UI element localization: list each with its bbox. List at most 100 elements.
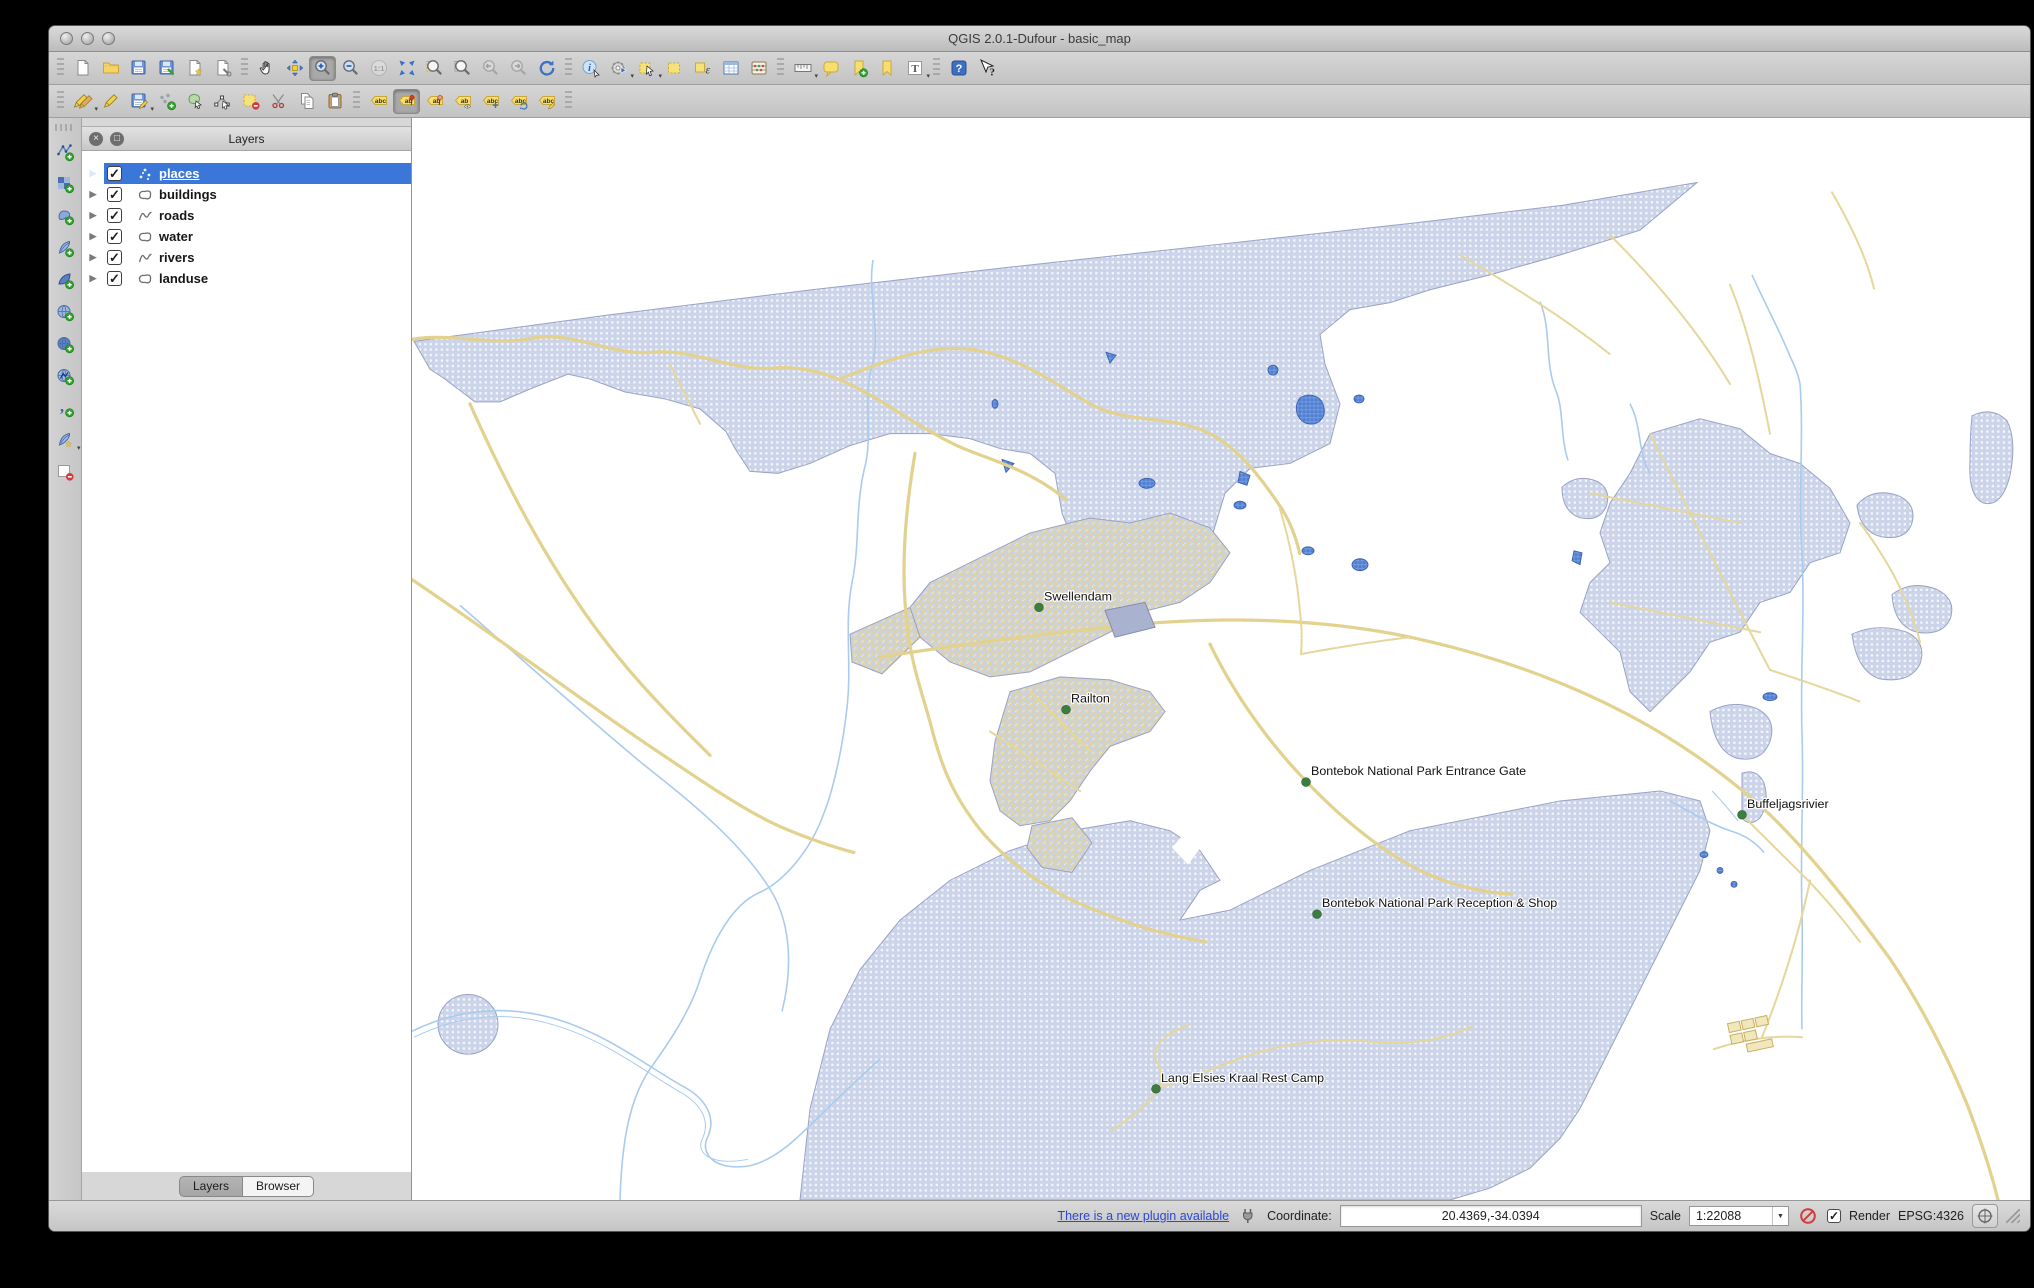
new-project-button[interactable] (69, 56, 96, 81)
save-layer-edits-button[interactable]: ▾ (125, 89, 154, 114)
layer-item-water[interactable]: ▶ ✓ water (82, 226, 411, 247)
layer-visibility-checkbox[interactable]: ✓ (107, 250, 122, 265)
expand-triangle-icon[interactable]: ▶ (82, 231, 104, 242)
layer-item-rivers[interactable]: ▶ ✓ rivers (82, 247, 411, 268)
refresh-map-button[interactable] (533, 56, 560, 81)
add-mssql-layer-button[interactable] (52, 267, 79, 293)
pan-map-to-selection-button[interactable] (281, 56, 308, 81)
rotate-label-button[interactable]: abc (505, 89, 532, 114)
expand-triangle-icon[interactable]: ▶ (82, 189, 104, 200)
render-checkbox[interactable]: ✓ (1826, 1209, 1841, 1223)
new-bookmark-button[interactable] (845, 56, 872, 81)
scale-combobox[interactable]: 1:22088 ▼ (1688, 1206, 1789, 1226)
panel-close-icon[interactable]: × (89, 131, 103, 146)
layers-panel-title: Layers (228, 131, 265, 146)
deselect-features-button[interactable] (661, 56, 688, 81)
title-bar[interactable]: QGIS 2.0.1-Dufour - basic_map (49, 26, 2030, 52)
zoom-in-button[interactable] (309, 55, 336, 81)
pin-unpin-labels-button[interactable]: ab (393, 88, 420, 114)
expand-triangle-icon[interactable]: ▶ (82, 168, 104, 179)
expand-triangle-icon[interactable]: ▶ (82, 252, 104, 263)
layer-visibility-checkbox[interactable]: ✓ (107, 187, 122, 202)
zoom-out-button[interactable] (337, 56, 364, 81)
plugin-icon[interactable] (1237, 1206, 1259, 1226)
help-contents-button[interactable]: ? (945, 56, 972, 81)
show-hide-labels-button[interactable]: ab (449, 89, 476, 114)
node-tool-button[interactable] (209, 89, 236, 114)
save-project-as-button[interactable] (153, 56, 180, 81)
open-project-button[interactable] (97, 56, 124, 81)
map-canvas[interactable]: Swellendam Railton Bontebok National Park … (412, 118, 2030, 1200)
dropdown-arrow-icon[interactable]: ▾ (926, 72, 930, 80)
panel-float-icon[interactable]: □ (110, 131, 124, 146)
move-label-button[interactable]: abc (477, 89, 504, 114)
select-features-button[interactable]: ▾ (633, 56, 662, 81)
labeling-options-button[interactable]: abc (365, 89, 392, 114)
text-annotation-button[interactable]: T ▾ (901, 56, 930, 81)
minimize-window-button[interactable] (81, 32, 94, 45)
add-feature-button[interactable] (153, 89, 180, 114)
open-attribute-table-button[interactable] (717, 56, 744, 81)
copy-features-button[interactable] (293, 89, 320, 114)
whats-this-icon: ? (979, 58, 995, 78)
stop-render-icon[interactable] (1797, 1206, 1819, 1226)
paste-features-button[interactable] (321, 89, 348, 114)
composer-manager-button[interactable] (209, 56, 236, 81)
close-window-button[interactable] (60, 32, 73, 45)
layer-visibility-checkbox[interactable]: ✓ (107, 208, 122, 223)
move-feature-button[interactable] (181, 89, 208, 114)
coordinate-input[interactable]: 20.4369,-34.0394 (1339, 1205, 1642, 1227)
layer-item-buildings[interactable]: ▶ ✓ buildings (82, 184, 411, 205)
show-bookmarks-button[interactable] (873, 56, 900, 81)
resize-grip[interactable] (2006, 1209, 2020, 1223)
new-print-composer-button[interactable] (181, 56, 208, 81)
expand-triangle-icon[interactable]: ▶ (82, 210, 104, 221)
field-calculator-button[interactable] (745, 56, 772, 81)
current-edits-button[interactable]: ▾ (69, 89, 98, 114)
add-raster-layer-button[interactable] (52, 171, 79, 197)
highlight-pinned-labels-button[interactable]: ab (421, 89, 448, 114)
add-vector-layer-button[interactable] (52, 139, 79, 165)
delete-selected-button[interactable] (237, 89, 264, 114)
layer-name: roads (159, 208, 195, 223)
add-delimited-text-layer-button[interactable]: , (52, 395, 79, 421)
identify-features-button[interactable]: i (577, 56, 604, 81)
layer-visibility-checkbox[interactable]: ✓ (107, 271, 122, 286)
measure-line-button[interactable]: ▾ (789, 56, 818, 81)
layer-visibility-checkbox[interactable]: ✓ (107, 166, 122, 181)
crs-status-button[interactable] (1972, 1204, 1998, 1228)
layer-item-places[interactable]: ▶ ✓ places (82, 163, 411, 184)
layer-item-landuse[interactable]: ▶ ✓ landuse (82, 268, 411, 289)
new-plugin-link[interactable]: There is a new plugin available (1057, 1209, 1229, 1223)
add-postgis-layer-button[interactable] (52, 203, 79, 229)
add-wcs-layer-button[interactable] (52, 331, 79, 357)
select-by-expression-button[interactable]: ε (689, 56, 716, 81)
new-spatialite-layer-button[interactable]: ▾ (52, 427, 81, 453)
save-project-button[interactable] (125, 56, 152, 81)
zoom-to-layer-button[interactable] (449, 56, 476, 81)
tab-browser[interactable]: Browser (243, 1175, 315, 1197)
zoom-full-button[interactable] (393, 56, 420, 81)
change-label-properties-button[interactable]: abc (533, 89, 560, 114)
add-spatialite-layer-button[interactable] (52, 235, 79, 261)
remove-layer-button[interactable] (52, 459, 79, 485)
add-wms-layer-button[interactable] (52, 299, 79, 325)
place-marker (1061, 704, 1071, 715)
dropdown-arrow-icon[interactable]: ▾ (77, 444, 81, 452)
cut-features-button[interactable] (265, 89, 292, 114)
map-tips-button[interactable] (817, 56, 844, 81)
whats-this-button[interactable]: ? (973, 56, 1000, 81)
toolbar-drag-handle (777, 58, 784, 78)
add-wfs-layer-button[interactable] (52, 363, 79, 389)
tab-layers[interactable]: Layers (178, 1175, 243, 1197)
run-feature-action-button[interactable]: ▾ (605, 56, 634, 81)
expand-triangle-icon[interactable]: ▶ (82, 273, 104, 284)
zoom-to-selection-button[interactable] (421, 56, 448, 81)
zoom-window-button[interactable] (102, 32, 115, 45)
toggle-editing-button[interactable] (97, 89, 124, 114)
layer-item-roads[interactable]: ▶ ✓ roads (82, 205, 411, 226)
current-edits-icon (73, 94, 93, 109)
scale-dropdown-icon[interactable]: ▼ (1771, 1207, 1788, 1225)
layer-visibility-checkbox[interactable]: ✓ (107, 229, 122, 244)
touch-zoom-pan-button[interactable] (253, 56, 280, 81)
